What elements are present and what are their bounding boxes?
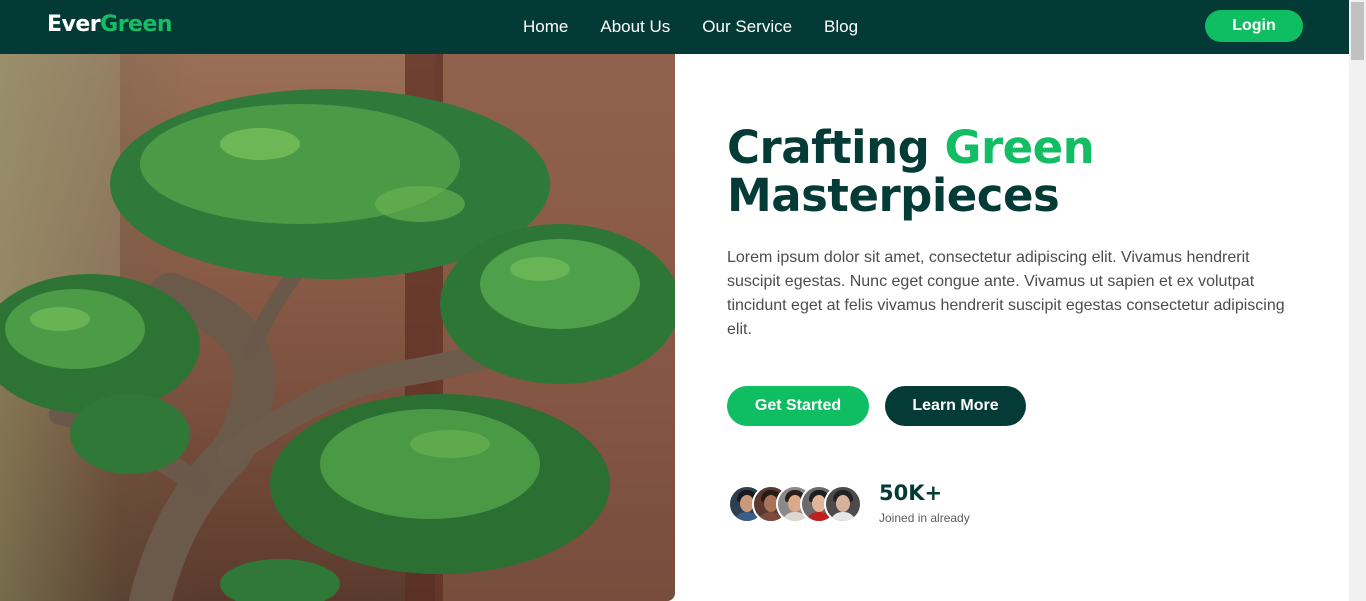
nav-item-our-service[interactable]: Our Service — [702, 17, 792, 37]
get-started-button[interactable]: Get Started — [727, 386, 869, 426]
avatar — [824, 485, 862, 523]
avatar-group — [728, 485, 868, 523]
login-button[interactable]: Login — [1205, 10, 1303, 42]
navbar: EverGreen Home About Us Our Service Blog… — [0, 0, 1349, 54]
joined-count: 50K+ — [879, 481, 943, 505]
page-scrollbar[interactable] — [1349, 0, 1366, 601]
learn-more-button[interactable]: Learn More — [885, 386, 1026, 426]
logo-part-ever: Ever — [47, 12, 101, 37]
logo-part-green: Green — [100, 12, 173, 37]
hero-title: Crafting Green Masterpieces — [727, 124, 1287, 220]
nav-item-home[interactable]: Home — [523, 17, 568, 37]
bonsai-tree-illustration — [0, 54, 675, 601]
hero-image-bonsai — [0, 54, 675, 601]
hero-title-highlight: Green — [944, 121, 1095, 174]
nav-item-about-us[interactable]: About Us — [600, 17, 670, 37]
logo[interactable]: EverGreen — [47, 12, 173, 37]
nav-item-blog[interactable]: Blog — [824, 17, 858, 37]
hero-title-part2: Masterpieces — [727, 169, 1060, 222]
main-menu: Home About Us Our Service Blog — [523, 0, 890, 54]
scrollbar-thumb[interactable] — [1351, 2, 1364, 60]
joined-label: Joined in already — [879, 511, 970, 525]
hero-description: Lorem ipsum dolor sit amet, consectetur … — [727, 249, 1285, 338]
hero-title-part1: Crafting — [727, 121, 945, 174]
